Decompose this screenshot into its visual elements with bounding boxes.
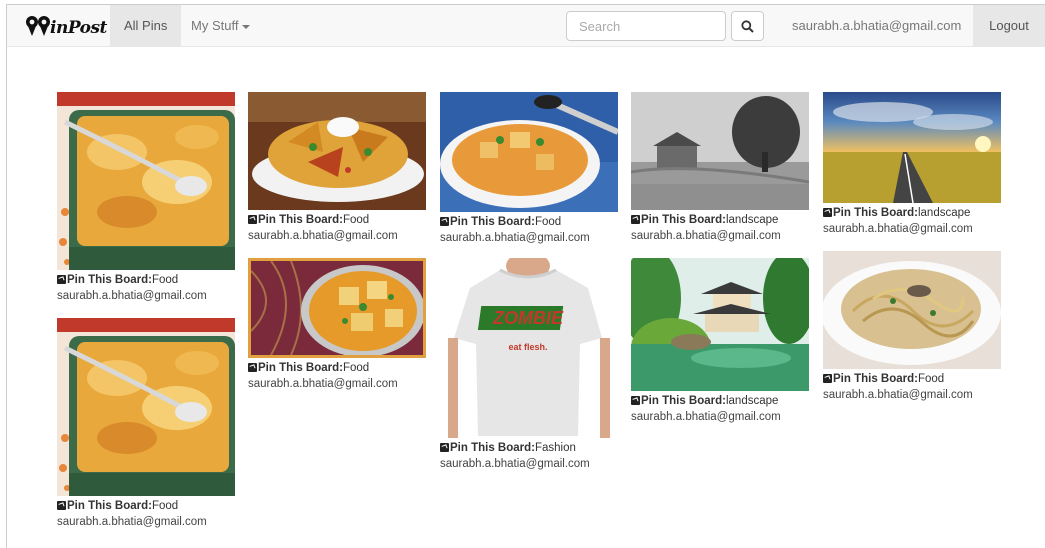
nav-my-stuff-label: My Stuff bbox=[191, 18, 239, 33]
pin-caption[interactable]: Pin This Board:Food bbox=[248, 212, 426, 228]
paneer-curry-image[interactable] bbox=[248, 258, 426, 358]
pin-caption[interactable]: Pin This Board:landscape bbox=[631, 393, 809, 409]
pin-caption[interactable]: Pin This Board:Food bbox=[248, 360, 426, 376]
pin-email: saurabh.a.bhatia@gmail.com bbox=[440, 458, 590, 470]
pin-board: Food bbox=[342, 214, 370, 226]
pin-card[interactable]: ZOMBIE eat flesh. Pin This Board:Fashion… bbox=[440, 258, 618, 472]
pin-board: Food bbox=[151, 274, 179, 286]
pin-email: saurabh.a.bhatia@gmail.com bbox=[248, 378, 398, 390]
pin-board: landscape bbox=[917, 207, 971, 219]
zombie-tshirt-image[interactable]: ZOMBIE eat flesh. bbox=[440, 258, 618, 438]
pin-card[interactable]: Pin This Board:Food saurabh.a.bhatia@gma… bbox=[248, 258, 426, 392]
nav-all-pins-label: All Pins bbox=[124, 18, 168, 33]
pin-email: saurabh.a.bhatia@gmail.com bbox=[440, 232, 590, 244]
tshirt-brand: ZOMBIE bbox=[492, 308, 564, 328]
external-link-icon bbox=[57, 501, 66, 510]
nav-my-stuff-dropdown[interactable]: My Stuff bbox=[177, 5, 264, 47]
tshirt-tagline: eat flesh. bbox=[508, 342, 547, 352]
pin-caption[interactable]: Pin This Board:Food bbox=[57, 498, 235, 514]
external-link-icon bbox=[631, 215, 640, 224]
pin-caption[interactable]: Pin This Board:landscape bbox=[631, 212, 809, 228]
pin-board: Food bbox=[342, 362, 370, 374]
nachos-image[interactable] bbox=[248, 92, 426, 210]
pin-card[interactable]: Pin This Board:Food saurabh.a.bhatia@gma… bbox=[57, 92, 235, 304]
pin-board: Food bbox=[534, 216, 562, 228]
pin-label: Pin This Board: bbox=[450, 216, 535, 228]
pin-board: Food bbox=[917, 373, 945, 385]
external-link-icon bbox=[631, 396, 640, 405]
logout-button[interactable]: Logout bbox=[973, 5, 1045, 47]
pin-label: Pin This Board: bbox=[833, 207, 918, 219]
pin-caption[interactable]: Pin This Board:Food bbox=[440, 214, 618, 230]
pin-card[interactable]: Pin This Board:landscape saurabh.a.bhati… bbox=[631, 258, 809, 425]
external-link-icon bbox=[823, 374, 832, 383]
japanese-pavilion-image[interactable] bbox=[631, 258, 809, 391]
old-house-image[interactable] bbox=[631, 92, 809, 210]
pin-email: saurabh.a.bhatia@gmail.com bbox=[631, 411, 781, 423]
pasta-image[interactable] bbox=[823, 251, 1001, 369]
pin-card[interactable]: Pin This Board:landscape saurabh.a.bhati… bbox=[631, 92, 809, 244]
logo-text: inPost bbox=[50, 18, 107, 38]
pin-email: saurabh.a.bhatia@gmail.com bbox=[57, 516, 207, 528]
pin-label: Pin This Board: bbox=[258, 362, 343, 374]
pin-card[interactable]: Pin This Board:Food saurabh.a.bhatia@gma… bbox=[440, 92, 618, 246]
sunset-road-image[interactable] bbox=[823, 92, 1001, 203]
pin-email: saurabh.a.bhatia@gmail.com bbox=[823, 223, 973, 235]
caret-down-icon bbox=[242, 24, 251, 29]
external-link-icon bbox=[57, 275, 66, 284]
pin-label: Pin This Board: bbox=[833, 373, 918, 385]
pin-card[interactable]: Pin This Board:landscape saurabh.a.bhati… bbox=[823, 92, 1001, 237]
pin-card[interactable]: Pin This Board:Food saurabh.a.bhatia@gma… bbox=[57, 318, 235, 530]
external-link-icon bbox=[440, 443, 449, 452]
external-link-icon bbox=[248, 363, 257, 372]
external-link-icon bbox=[248, 215, 257, 224]
logo-pin-icon bbox=[26, 16, 50, 36]
pin-board: Fashion bbox=[534, 442, 576, 454]
pin-caption[interactable]: Pin This Board:Fashion bbox=[440, 440, 618, 456]
logo[interactable]: inPost bbox=[25, 10, 107, 42]
pin-email: saurabh.a.bhatia@gmail.com bbox=[823, 389, 973, 401]
pin-caption[interactable]: Pin This Board:Food bbox=[823, 371, 1001, 387]
pin-board: landscape bbox=[725, 214, 779, 226]
pin-label: Pin This Board: bbox=[258, 214, 343, 226]
pin-email: saurabh.a.bhatia@gmail.com bbox=[57, 290, 207, 302]
pin-caption[interactable]: Pin This Board:Food bbox=[57, 272, 235, 288]
search-button[interactable] bbox=[731, 11, 764, 41]
search-input[interactable] bbox=[566, 11, 726, 41]
pin-email: saurabh.a.bhatia@gmail.com bbox=[631, 230, 781, 242]
pin-board: Food bbox=[151, 500, 179, 512]
pin-label: Pin This Board: bbox=[67, 500, 152, 512]
nav-all-pins[interactable]: All Pins bbox=[110, 5, 182, 47]
pin-caption[interactable]: Pin This Board:landscape bbox=[823, 205, 1001, 221]
curry-bowl-image[interactable] bbox=[440, 92, 618, 212]
external-link-icon bbox=[440, 217, 449, 226]
pin-label: Pin This Board: bbox=[641, 214, 726, 226]
pin-label: Pin This Board: bbox=[450, 442, 535, 454]
external-link-icon bbox=[823, 208, 832, 217]
pin-card[interactable]: Pin This Board:Food saurabh.a.bhatia@gma… bbox=[823, 251, 1001, 403]
pin-label: Pin This Board: bbox=[641, 395, 726, 407]
pin-card[interactable]: Pin This Board:Food saurabh.a.bhatia@gma… bbox=[248, 92, 426, 244]
nav-user-email[interactable]: saurabh.a.bhatia@gmail.com bbox=[778, 5, 975, 47]
pin-board: landscape bbox=[725, 395, 779, 407]
pin-email: saurabh.a.bhatia@gmail.com bbox=[248, 230, 398, 242]
casserole-image[interactable] bbox=[57, 318, 235, 496]
search-icon bbox=[741, 19, 754, 33]
casserole-image[interactable] bbox=[57, 92, 235, 270]
navbar: inPost All Pins My Stuff saurabh.a.bhati… bbox=[7, 5, 1045, 47]
pin-label: Pin This Board: bbox=[67, 274, 152, 286]
